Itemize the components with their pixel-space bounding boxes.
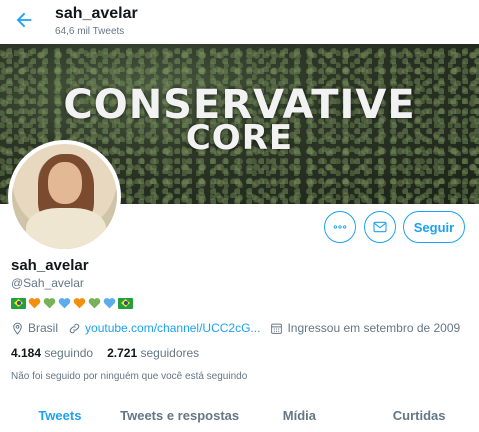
green-heart-icon <box>88 297 101 309</box>
back-arrow-icon[interactable] <box>13 9 35 31</box>
followers-link[interactable]: 2.721 seguidores <box>107 346 199 360</box>
orange-heart-icon <box>73 297 86 309</box>
profile-tabs: Tweets Tweets e respostas Mídia Curtidas <box>0 398 479 432</box>
profile-name: sah_avelar <box>11 257 89 274</box>
profile-handle: @Sah_avelar <box>11 276 84 290</box>
more-options-button[interactable] <box>324 211 356 243</box>
location-text: Brasil <box>28 321 59 335</box>
blue-heart-icon <box>103 297 116 309</box>
more-dots-icon <box>333 225 347 229</box>
avatar-body <box>26 208 106 249</box>
link-icon <box>68 322 81 335</box>
location-pin-icon <box>11 322 24 335</box>
tab-tweets-and-replies[interactable]: Tweets e respostas <box>120 398 240 432</box>
following-count: 4.184 <box>11 346 42 360</box>
blue-heart-icon <box>58 297 71 309</box>
website-link[interactable]: youtube.com/channel/UCC2cG... <box>85 321 260 335</box>
joined-date: Ingressou em setembro de 2009 <box>287 321 461 335</box>
brazil-flag-icon <box>11 297 26 309</box>
tab-media[interactable]: Mídia <box>240 398 360 432</box>
following-link[interactable]: 4.184 seguindo <box>11 346 93 360</box>
green-heart-icon <box>43 297 56 309</box>
following-label: seguindo <box>44 346 94 360</box>
avatar-face <box>48 162 82 204</box>
profile-meta: Brasil youtube.com/channel/UCC2cG... Ing… <box>11 320 460 336</box>
top-bar: sah_avelar 64,6 mil Tweets <box>0 0 479 44</box>
followers-label: seguidores <box>140 346 200 360</box>
follow-stats: 4.184 seguindo 2.721 seguidores <box>11 346 199 360</box>
tab-likes[interactable]: Curtidas <box>359 398 479 432</box>
tab-tweets[interactable]: Tweets <box>0 398 120 432</box>
bio-emojis <box>11 296 133 310</box>
tweet-count: 64,6 mil Tweets <box>55 26 125 37</box>
message-button[interactable] <box>364 211 396 243</box>
avatar[interactable] <box>8 140 121 253</box>
envelope-icon <box>373 221 387 233</box>
brazil-flag-icon <box>118 297 133 309</box>
follow-button[interactable]: Seguir <box>403 211 465 243</box>
page-title: sah_avelar <box>55 5 138 22</box>
followers-count: 2.721 <box>107 346 138 360</box>
orange-heart-icon <box>28 297 41 309</box>
calendar-icon <box>270 322 283 335</box>
followed-by-text: Não foi seguido por ninguém que você est… <box>11 371 248 382</box>
